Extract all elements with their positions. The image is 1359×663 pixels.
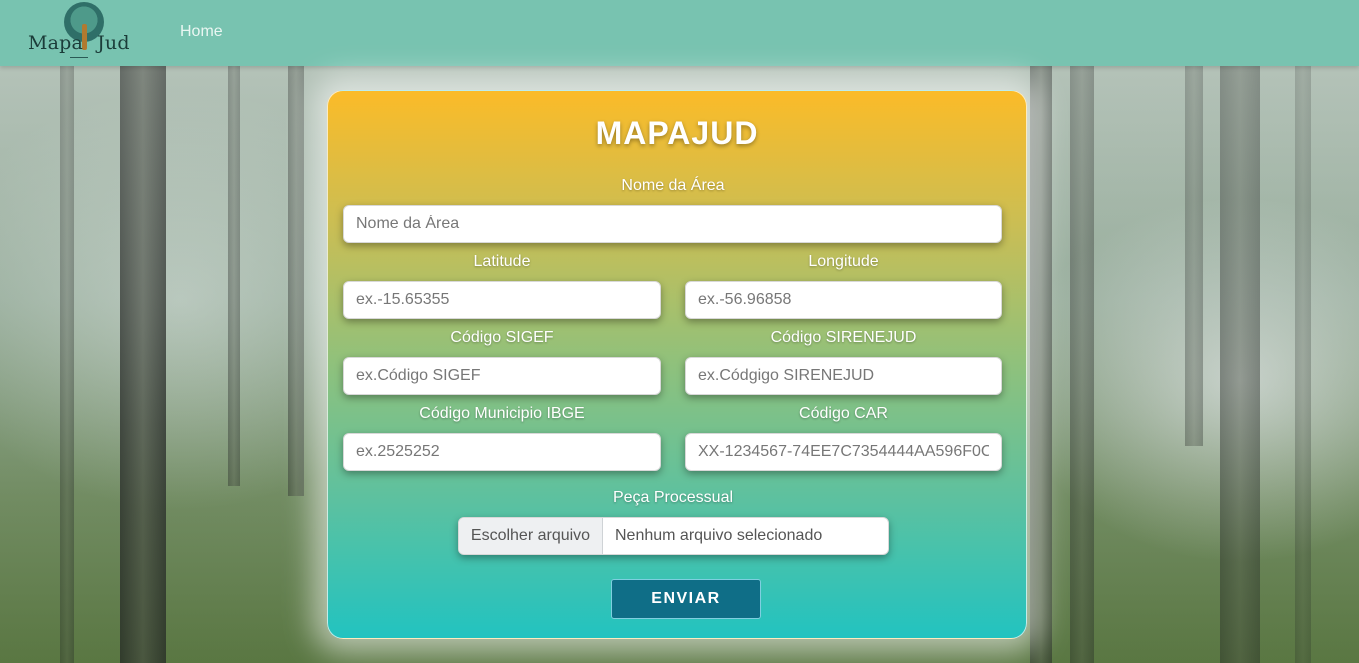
form-title: MAPAJUD xyxy=(595,115,759,151)
longitude-label: Longitude xyxy=(808,253,879,270)
logo-text-right: Jud xyxy=(97,32,130,54)
logo-text: Mapa Jud xyxy=(28,32,130,54)
enviar-button[interactable]: ENVIAR xyxy=(611,579,761,619)
file-status-text: Nenhum arquivo selecionado xyxy=(615,527,823,544)
logo-text-left: Mapa xyxy=(28,32,84,54)
codigo-sigef-input[interactable] xyxy=(343,357,661,395)
choose-file-button[interactable]: Escolher arquivo xyxy=(459,518,603,554)
longitude-input[interactable] xyxy=(685,281,1002,319)
codigo-ibge-input[interactable] xyxy=(343,433,661,471)
mapajud-logo[interactable]: Mapa Jud xyxy=(28,2,132,62)
nome-area-input[interactable] xyxy=(343,205,1002,243)
nome-area-label: Nome da Área xyxy=(621,177,725,194)
latitude-input[interactable] xyxy=(343,281,661,319)
mapajud-form-card: MAPAJUD Nome da Área Latitude Longitude … xyxy=(327,90,1027,639)
logo-underline xyxy=(70,57,88,58)
navbar: Mapa Jud Home xyxy=(0,0,1359,66)
nav-home-link[interactable]: Home xyxy=(180,23,223,41)
latitude-label: Latitude xyxy=(473,253,531,270)
peca-processual-file-input[interactable]: Escolher arquivo Nenhum arquivo selecion… xyxy=(458,517,889,555)
peca-processual-label: Peça Processual xyxy=(612,489,734,506)
codigo-car-label: Código CAR xyxy=(799,405,888,422)
codigo-sigef-label: Código SIGEF xyxy=(450,329,554,346)
codigo-ibge-label: Código Municipio IBGE xyxy=(419,405,585,422)
codigo-car-input[interactable] xyxy=(685,433,1002,471)
codigo-sirenejud-input[interactable] xyxy=(685,357,1002,395)
codigo-sirenejud-label: Código SIRENEJUD xyxy=(770,329,917,346)
